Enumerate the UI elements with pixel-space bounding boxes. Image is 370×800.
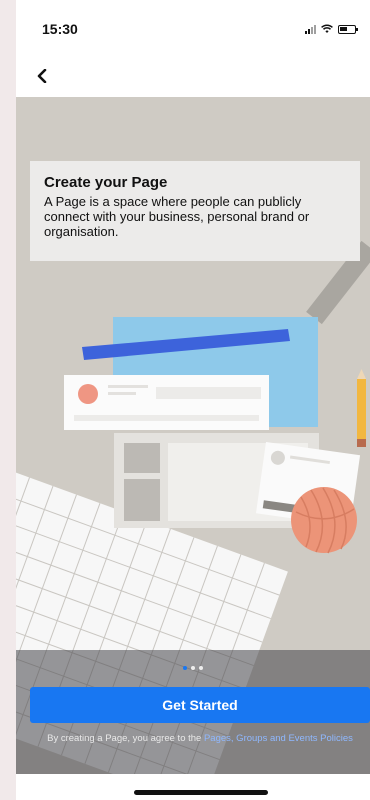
battery-icon bbox=[338, 24, 358, 34]
chevron-left-icon bbox=[37, 69, 47, 83]
carousel-dot-3[interactable] bbox=[199, 666, 203, 670]
intro-title: Create your Page bbox=[44, 174, 168, 191]
intro-card: Create your Page A Page is a space where… bbox=[30, 161, 360, 261]
carousel-dot-1[interactable] bbox=[183, 666, 187, 670]
get-started-button[interactable]: Get Started bbox=[30, 687, 370, 723]
status-bar: 15:30 bbox=[16, 0, 370, 58]
home-indicator bbox=[134, 790, 268, 795]
legal-prefix: By creating a Page, you agree to the bbox=[47, 733, 204, 744]
signal-icon bbox=[305, 24, 316, 34]
status-icons bbox=[305, 24, 358, 34]
carousel-dots bbox=[16, 666, 370, 670]
status-time: 15:30 bbox=[42, 21, 78, 37]
nav-bar bbox=[16, 58, 370, 96]
phone-screen: 15:30 Create your Page A Page is a space… bbox=[16, 0, 370, 800]
back-button[interactable] bbox=[30, 64, 54, 88]
onboarding-illustration-area: Create your Page A Page is a space where… bbox=[16, 97, 370, 774]
policies-link[interactable]: Pages, Groups and Events Policies bbox=[204, 733, 353, 744]
intro-description: A Page is a space where people can publi… bbox=[44, 194, 310, 239]
wifi-icon bbox=[321, 24, 333, 33]
legal-text: By creating a Page, you agree to the Pag… bbox=[30, 733, 370, 745]
carousel-dot-2[interactable] bbox=[191, 666, 195, 670]
